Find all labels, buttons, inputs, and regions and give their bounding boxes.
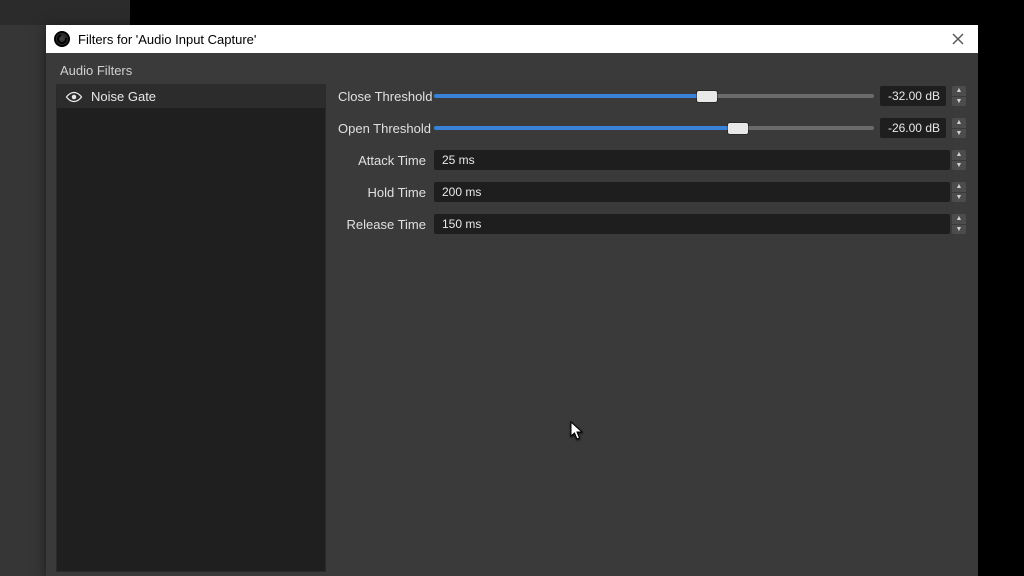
audio-filters-heading: Audio Filters — [56, 63, 326, 84]
spinner-down[interactable]: ▼ — [952, 161, 966, 171]
spinner-down[interactable]: ▼ — [952, 97, 966, 107]
filters-dialog: Filters for 'Audio Input Capture' Audio … — [46, 25, 978, 576]
slider-open-threshold[interactable] — [434, 119, 874, 137]
spinner-up[interactable]: ▲ — [952, 214, 966, 225]
spinner-up[interactable]: ▲ — [952, 182, 966, 193]
sidebar: Audio Filters Noise Gate — [46, 53, 330, 576]
slider-fill — [434, 94, 707, 98]
row-close-threshold: Close Threshold -32.00 dB ▲ ▼ — [338, 85, 966, 107]
filters-list: Noise Gate — [56, 84, 326, 572]
dialog-body: Audio Filters Noise Gate Close Threshold — [46, 53, 978, 576]
label-open-threshold: Open Threshold — [338, 121, 434, 136]
label-release-time: Release Time — [338, 217, 434, 232]
obs-logo-icon — [54, 31, 70, 47]
backdrop-strip — [0, 0, 130, 25]
filter-item-noise-gate[interactable]: Noise Gate — [57, 85, 325, 109]
window-title: Filters for 'Audio Input Capture' — [78, 32, 944, 47]
slider-thumb[interactable] — [728, 123, 748, 134]
label-close-threshold: Close Threshold — [338, 89, 434, 104]
eye-icon[interactable] — [65, 91, 83, 103]
spinner-up[interactable]: ▲ — [952, 150, 966, 161]
slider-fill — [434, 126, 738, 130]
row-hold-time: Hold Time 200 ms ▲ ▼ — [338, 181, 966, 203]
spinner-release-time: ▲ ▼ — [952, 214, 966, 234]
input-release-time[interactable]: 150 ms — [434, 214, 950, 234]
value-open-threshold[interactable]: -26.00 dB — [880, 118, 946, 138]
close-icon — [952, 33, 964, 45]
label-attack-time: Attack Time — [338, 153, 434, 168]
slider-thumb[interactable] — [697, 91, 717, 102]
input-attack-time[interactable]: 25 ms — [434, 150, 950, 170]
row-open-threshold: Open Threshold -26.00 dB ▲ ▼ — [338, 117, 966, 139]
spinner-close-threshold: ▲ ▼ — [952, 86, 966, 106]
filter-item-label: Noise Gate — [91, 89, 156, 104]
spinner-down[interactable]: ▼ — [952, 193, 966, 203]
spinner-up[interactable]: ▲ — [952, 86, 966, 97]
input-hold-time[interactable]: 200 ms — [434, 182, 950, 202]
spinner-up[interactable]: ▲ — [952, 118, 966, 129]
spinner-open-threshold: ▲ ▼ — [952, 118, 966, 138]
titlebar: Filters for 'Audio Input Capture' — [46, 25, 978, 53]
slider-close-threshold[interactable] — [434, 87, 874, 105]
value-close-threshold[interactable]: -32.00 dB — [880, 86, 946, 106]
row-attack-time: Attack Time 25 ms ▲ ▼ — [338, 149, 966, 171]
spinner-attack-time: ▲ ▼ — [952, 150, 966, 170]
close-button[interactable] — [944, 27, 972, 51]
label-hold-time: Hold Time — [338, 185, 434, 200]
row-release-time: Release Time 150 ms ▲ ▼ — [338, 213, 966, 235]
properties-panel: Close Threshold -32.00 dB ▲ ▼ Open — [330, 53, 978, 576]
spinner-down[interactable]: ▼ — [952, 129, 966, 139]
backdrop-dim — [0, 25, 46, 576]
spinner-hold-time: ▲ ▼ — [952, 182, 966, 202]
spinner-down[interactable]: ▼ — [952, 225, 966, 235]
